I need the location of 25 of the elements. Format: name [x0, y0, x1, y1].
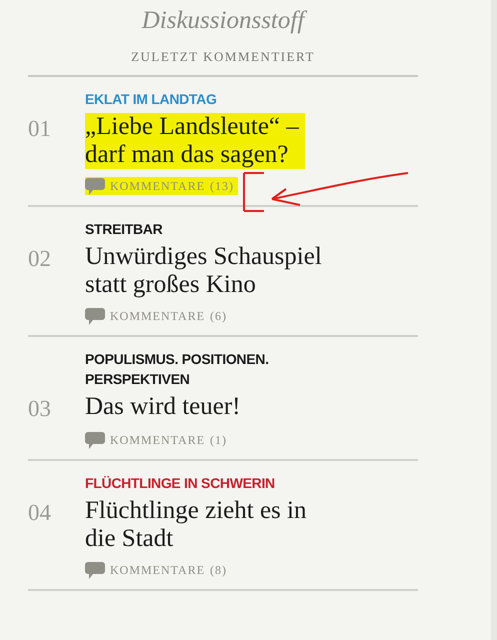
comments-link[interactable]: KOMMENTARE	[110, 177, 206, 195]
comment-icon	[85, 432, 105, 448]
comments-link[interactable]: KOMMENTARE	[110, 431, 206, 449]
article-title[interactable]: Unwürdiges Schauspiel statt großes Kino	[85, 243, 328, 299]
category-kicker[interactable]: POPULISMUS. POSITIONEN. PERSPEKTIVEN	[85, 349, 345, 389]
comment-icon	[85, 308, 105, 324]
rank-number: 03	[28, 395, 52, 423]
category-kicker[interactable]: EKLAT IM LANDTAG	[85, 89, 345, 109]
article-title[interactable]: „Liebe Landsleute“ – darf man das sagen?	[85, 113, 305, 169]
category-kicker[interactable]: FLÜCHTLINGE IN SCHWERIN	[85, 473, 345, 493]
comment-count[interactable]: (6)	[210, 307, 228, 325]
comment-icon	[85, 562, 105, 578]
section-heading: ZULETZT KOMMENTIERT	[131, 48, 315, 66]
category-kicker[interactable]: STREITBAR	[85, 219, 345, 239]
rank-number: 04	[28, 499, 52, 527]
comment-count[interactable]: (1)	[210, 431, 228, 449]
article-title[interactable]: Das wird teuer!	[85, 393, 246, 423]
rank-number: 02	[28, 245, 52, 273]
comments-link[interactable]: KOMMENTARE	[110, 307, 206, 325]
comment-icon	[85, 178, 105, 194]
comments-link[interactable]: KOMMENTARE	[110, 561, 206, 579]
rank-number: 01	[28, 115, 52, 143]
article-title[interactable]: Flüchtlinge zieht es in die Stadt	[85, 497, 312, 553]
comment-count[interactable]: (13)	[210, 177, 234, 195]
comment-count[interactable]: (8)	[210, 561, 228, 579]
